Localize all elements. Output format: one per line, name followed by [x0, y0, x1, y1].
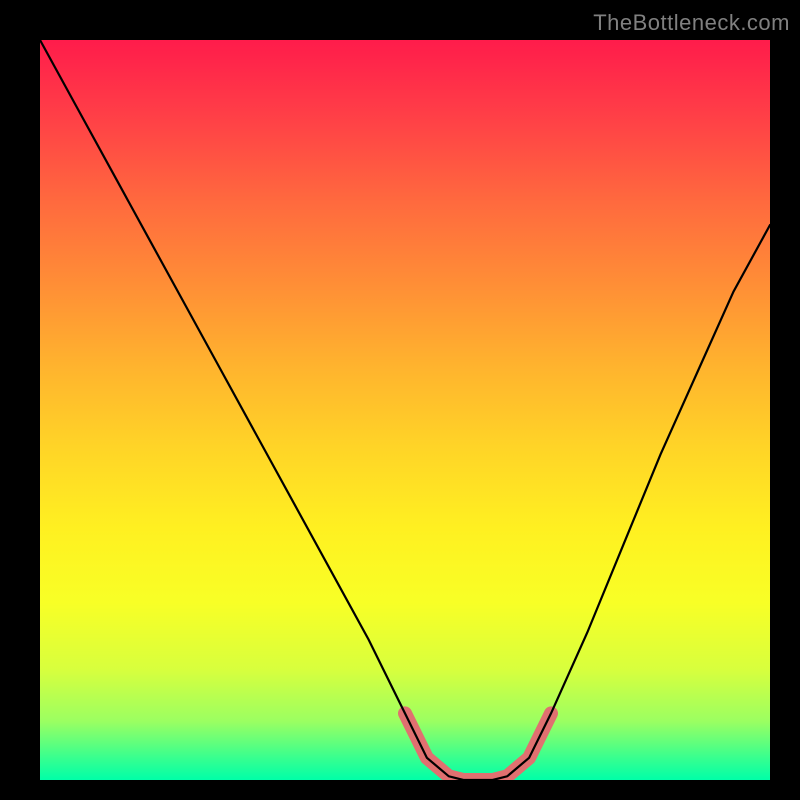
chart-frame: TheBottleneck.com: [0, 0, 800, 800]
trough-highlight-path: [405, 713, 551, 780]
attribution-label: TheBottleneck.com: [593, 10, 790, 36]
bottleneck-curve-path: [40, 40, 770, 780]
curve-layer: [40, 40, 770, 780]
plot-area: [40, 40, 770, 780]
